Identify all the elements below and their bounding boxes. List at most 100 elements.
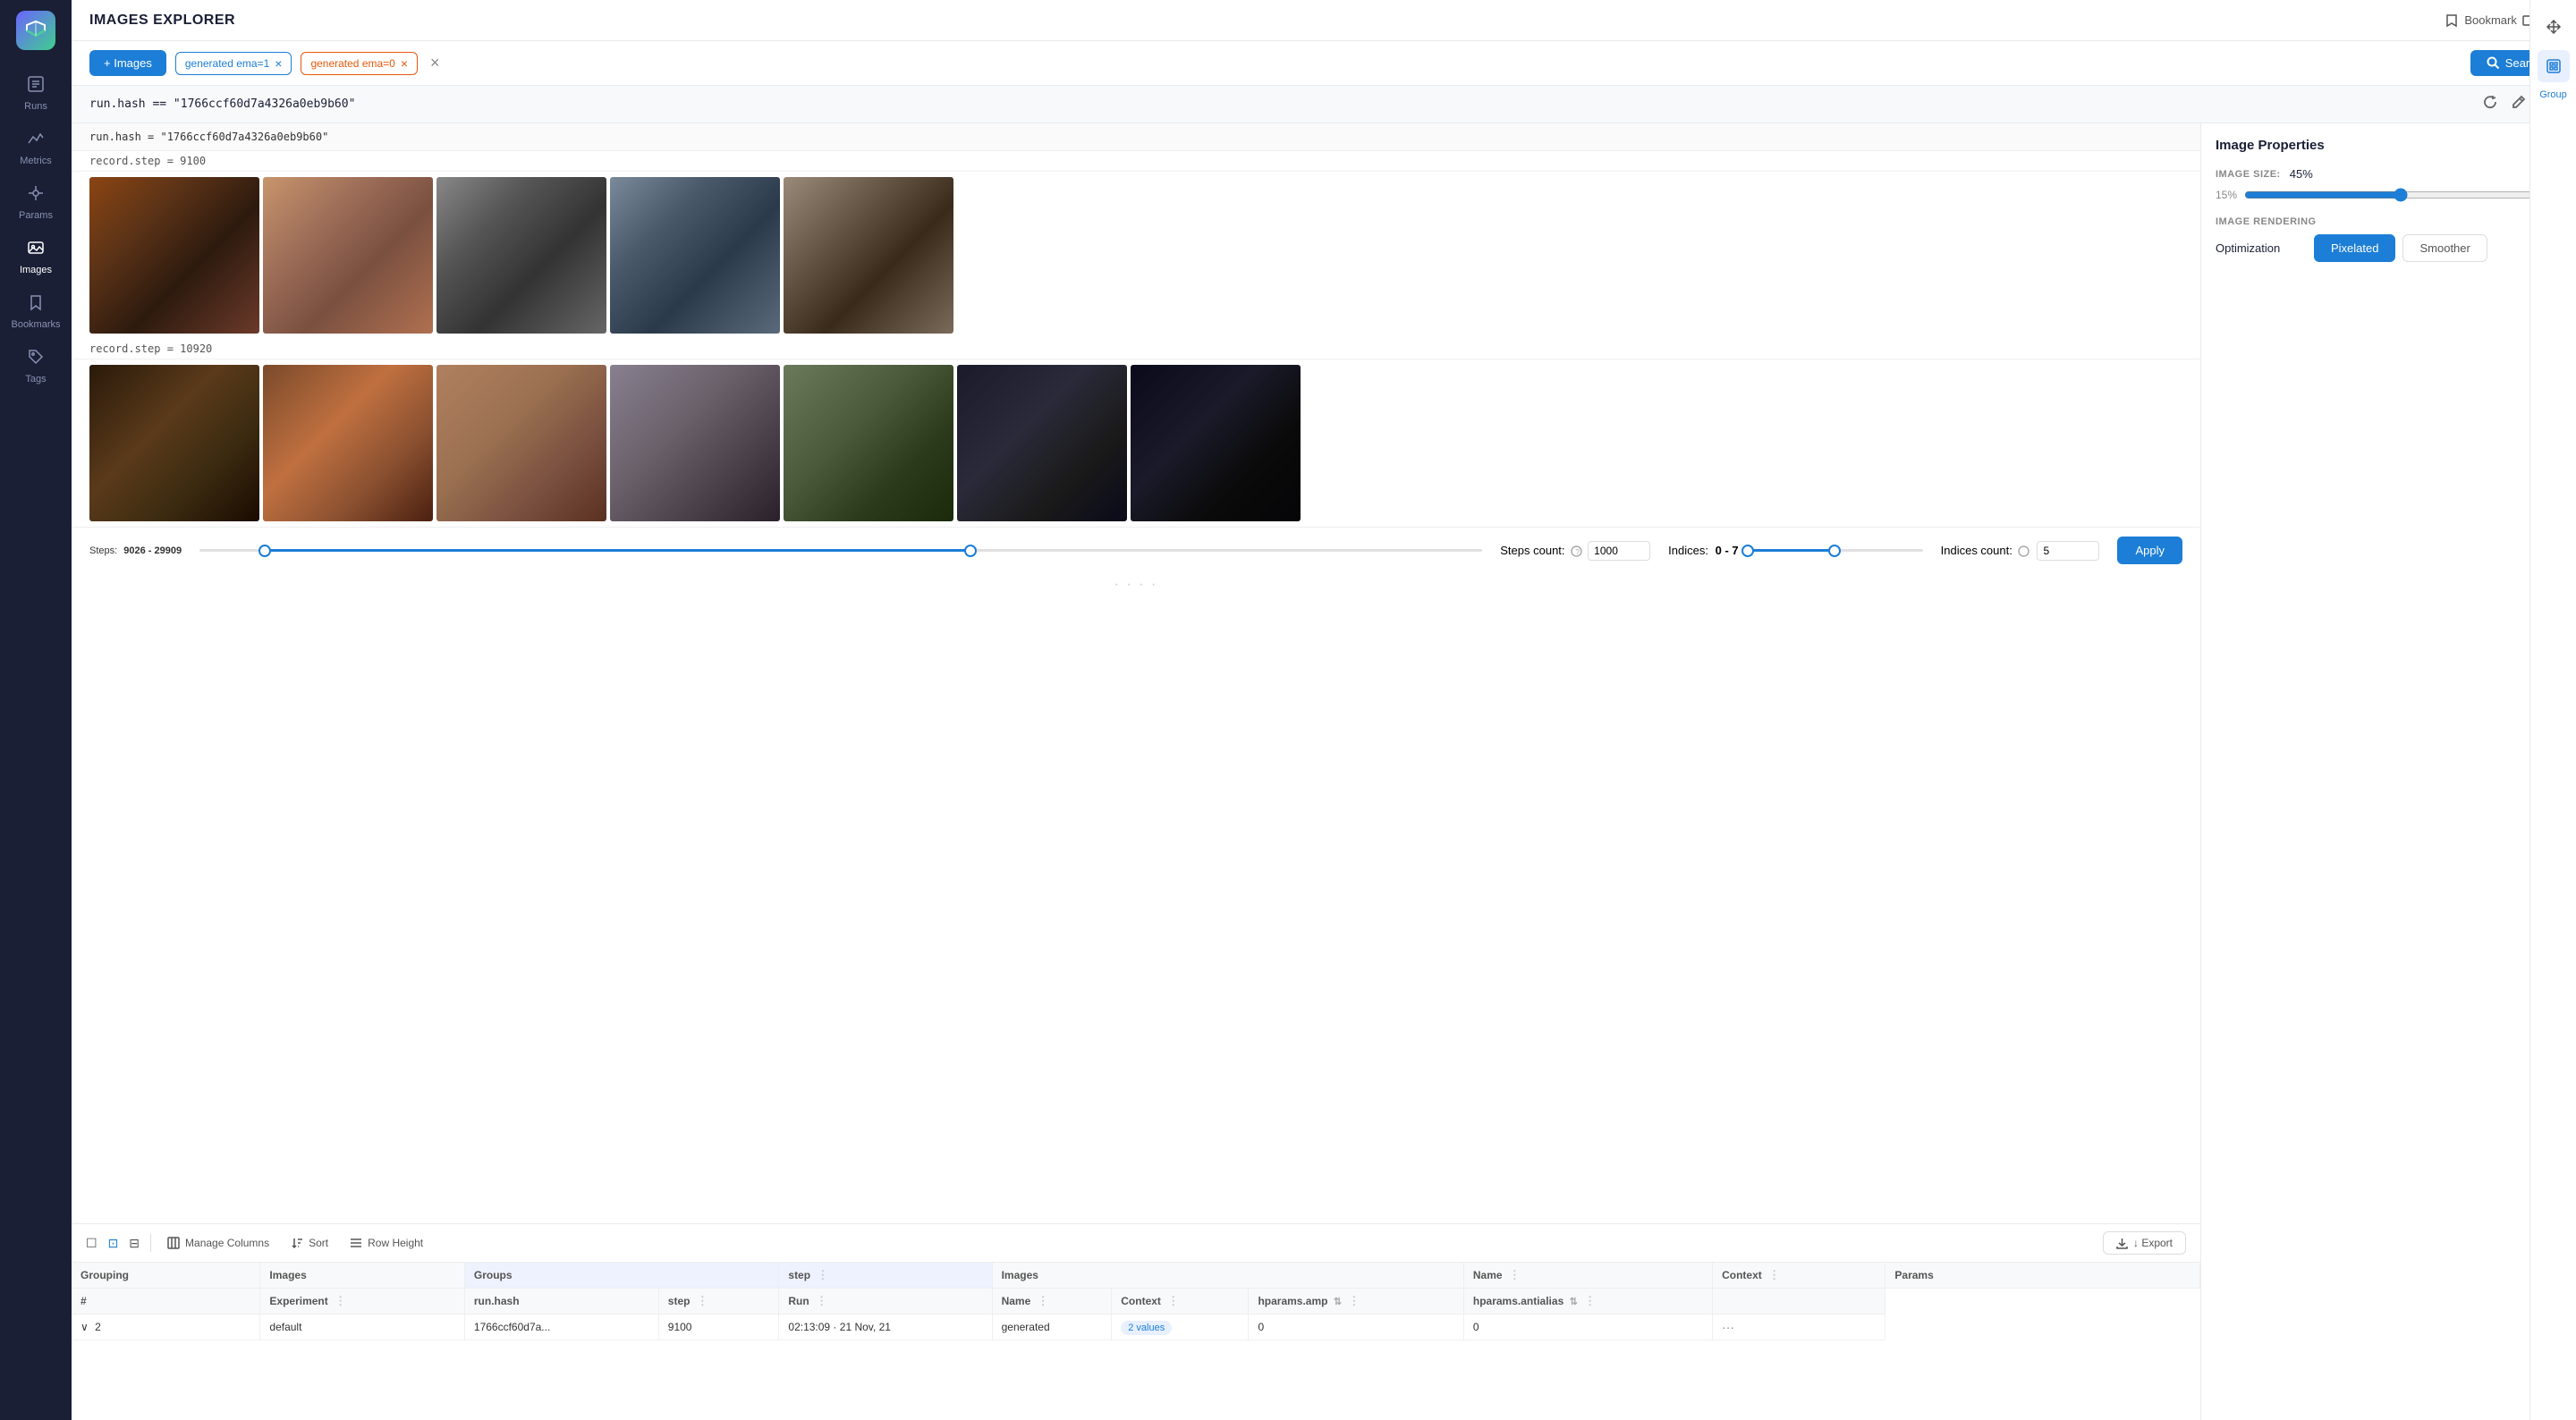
sidebar-item-images[interactable]: Images xyxy=(5,232,66,283)
step-col-menu[interactable]: ⋮ xyxy=(817,1268,828,1281)
th-params: Params xyxy=(1885,1263,2200,1289)
sidebar-item-tags[interactable]: Tags xyxy=(5,341,66,392)
properties-icon-btn[interactable] xyxy=(2538,50,2570,82)
table-scroll-area: Grouping Images Groups step xyxy=(72,1263,2200,1420)
image-thumb-9[interactable] xyxy=(610,365,780,521)
step-sub-col-menu[interactable]: ⋮ xyxy=(697,1294,708,1307)
table-select-some[interactable]: ⊡ xyxy=(108,1236,119,1251)
add-images-button[interactable]: + Images xyxy=(89,50,166,76)
indices-slider[interactable] xyxy=(1744,542,1923,560)
context-col-menu[interactable]: ⋮ xyxy=(1768,1268,1780,1281)
query-refresh-button[interactable] xyxy=(2479,93,2501,115)
pixelated-button[interactable]: Pixelated xyxy=(2314,234,2395,262)
antialias-col-menu[interactable]: ⋮ xyxy=(1584,1294,1596,1307)
move-icon-btn[interactable] xyxy=(2538,11,2570,43)
image-thumb-2[interactable] xyxy=(263,177,433,334)
clear-filters-button[interactable]: × xyxy=(427,50,444,76)
steps-count-input[interactable] xyxy=(1588,541,1650,561)
image-properties-panel: Image Properties IMAGE SIZE: 45% 15% 70%… xyxy=(2200,123,2576,1420)
bookmark-button[interactable]: Bookmark xyxy=(2445,13,2533,28)
manage-columns-button[interactable]: Manage Columns xyxy=(162,1233,275,1253)
indices-group: Indices: 0 - 7 xyxy=(1668,542,1922,560)
image-thumb-12[interactable] xyxy=(1131,365,1301,521)
indices-slider-wrap xyxy=(1744,542,1923,560)
steps-slider[interactable] xyxy=(199,542,1482,560)
image-thumb-3[interactable] xyxy=(436,177,606,334)
th-context-sub: Context ⋮ xyxy=(1112,1289,1249,1314)
table-header-row: Grouping Images Groups step xyxy=(72,1263,2200,1289)
th-run-sub: Run ⋮ xyxy=(779,1289,992,1314)
page-title: IMAGES EXPLORER xyxy=(89,13,235,29)
indices-count-input[interactable] xyxy=(2037,541,2099,561)
th-grouping: Grouping xyxy=(72,1263,260,1289)
sidebar-item-runs[interactable]: Runs xyxy=(5,68,66,119)
th-context: Context ⋮ xyxy=(1713,1263,1885,1289)
image-thumb-5[interactable] xyxy=(784,177,953,334)
export-label: ↓ Export xyxy=(2133,1237,2173,1249)
sidebar-label-metrics: Metrics xyxy=(20,156,51,166)
bookmark-label: Bookmark xyxy=(2464,13,2517,27)
sidebar: Runs Metrics Params Images xyxy=(0,0,72,1420)
td-name: generated xyxy=(992,1314,1112,1340)
svg-text:?: ? xyxy=(1576,548,1580,556)
row-more-icon[interactable]: ··· xyxy=(1722,1320,1734,1334)
image-thumb-8[interactable] xyxy=(436,365,606,521)
context-badge[interactable]: 2 values xyxy=(1121,1321,1172,1335)
sidebar-item-metrics[interactable]: Metrics xyxy=(5,123,66,173)
th-step-sub: step ⋮ xyxy=(658,1289,779,1314)
images-panel: run.hash = "1766ccf60d7a4326a0eb9b60" re… xyxy=(72,123,2200,1223)
table-select-none[interactable]: ⊟ xyxy=(129,1236,140,1251)
image-size-slider[interactable] xyxy=(2244,188,2533,202)
sort-button[interactable]: Sort xyxy=(285,1233,334,1253)
table-subheader-row: # Experiment ⋮ run.hash step ⋮ xyxy=(72,1289,2200,1314)
sidebar-item-params[interactable]: Params xyxy=(5,177,66,228)
image-thumb-6[interactable] xyxy=(89,365,259,521)
sort-label: Sort xyxy=(309,1237,328,1249)
tag-chip-ema0-remove[interactable]: × xyxy=(401,57,408,70)
steps-count-label: Steps count: ? xyxy=(1500,544,1582,557)
manage-columns-label: Manage Columns xyxy=(185,1237,269,1249)
table-select-all[interactable]: ☐ xyxy=(86,1236,97,1251)
th-hparams-amp: hparams.amp ⇅ ⋮ xyxy=(1249,1289,1463,1314)
tag-chip-ema1-remove[interactable]: × xyxy=(275,57,282,70)
tag-chip-ema1[interactable]: generated ema=1 × xyxy=(175,52,292,75)
image-thumb-10[interactable] xyxy=(784,365,953,521)
query-edit-button[interactable] xyxy=(2508,93,2529,115)
steps-range-label: Steps: 9026 - 29909 xyxy=(89,545,182,556)
tag-chip-ema0[interactable]: generated ema=0 × xyxy=(301,52,418,75)
steps-count-group: Steps count: ? xyxy=(1500,541,1650,561)
tags-icon xyxy=(27,348,45,370)
image-thumb-4[interactable] xyxy=(610,177,780,334)
main-toolbar: + Images generated ema=1 × generated ema… xyxy=(72,41,2576,86)
row-height-button[interactable]: Row Height xyxy=(344,1233,428,1253)
name-sub-col-menu[interactable]: ⋮ xyxy=(1038,1294,1049,1307)
amp-sort-icon[interactable]: ⇅ xyxy=(1334,1297,1342,1307)
step-text-1: record.step = 9100 xyxy=(89,155,206,167)
images-row-1 xyxy=(72,172,2200,339)
apply-button[interactable]: Apply xyxy=(2117,537,2182,564)
smoother-button[interactable]: Smoother xyxy=(2402,234,2487,262)
image-thumb-1[interactable] xyxy=(89,177,259,334)
td-row-menu[interactable]: ··· xyxy=(1713,1314,1885,1340)
antialias-sort-icon[interactable]: ⇅ xyxy=(1570,1297,1578,1307)
amp-col-menu[interactable]: ⋮ xyxy=(1348,1294,1360,1307)
panel-title: Image Properties xyxy=(2216,138,2325,153)
experiment-col-menu[interactable]: ⋮ xyxy=(335,1294,346,1307)
image-thumb-7[interactable] xyxy=(263,365,433,521)
run-col-menu[interactable]: ⋮ xyxy=(816,1294,827,1307)
step-text-2: record.step = 10920 xyxy=(89,342,212,355)
td-expand[interactable]: ∨ 2 xyxy=(72,1314,260,1340)
rendering-options-row: Optimization Pixelated Smoother xyxy=(2216,234,2562,262)
td-step: 9100 xyxy=(658,1314,779,1340)
rendering-buttons: Pixelated Smoother xyxy=(2314,234,2487,262)
sidebar-item-bookmarks[interactable]: Bookmarks xyxy=(5,286,66,337)
td-experiment: default xyxy=(260,1314,464,1340)
td-hparams-amp: 0 xyxy=(1249,1314,1463,1340)
table-row: ∨ 2 default 1766ccf60d7a... 9100 02:13:0… xyxy=(72,1314,2200,1340)
image-thumb-11[interactable] xyxy=(957,365,1127,521)
slider-controls-area: Steps: 9026 - 29909 xyxy=(72,527,2200,573)
context-sub-col-menu[interactable]: ⋮ xyxy=(1167,1294,1179,1307)
export-button[interactable]: ↓ Export xyxy=(2103,1231,2186,1255)
name-col-menu[interactable]: ⋮ xyxy=(1509,1268,1521,1281)
drag-handle[interactable]: · · · · xyxy=(72,573,2200,596)
